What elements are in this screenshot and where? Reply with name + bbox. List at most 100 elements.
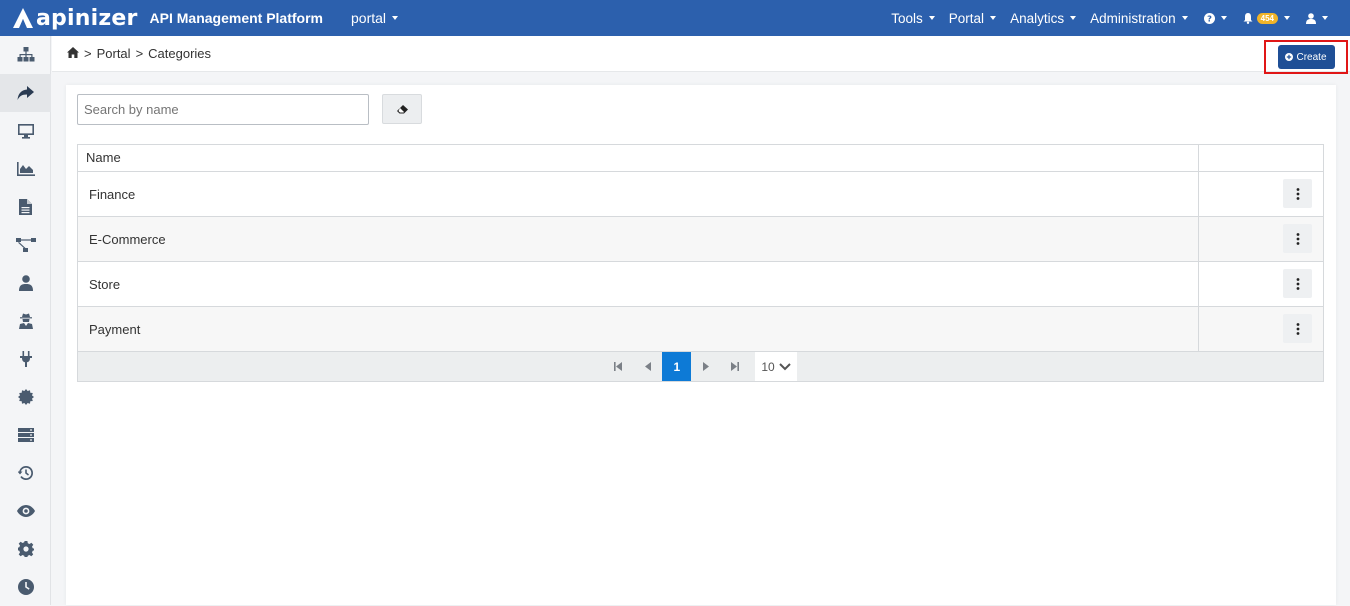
previous-page-icon <box>644 362 651 371</box>
row-menu-button[interactable] <box>1283 224 1312 253</box>
category-name: Store <box>78 262 1199 306</box>
sidebar-item-analytics[interactable] <box>0 150 51 188</box>
column-header-actions <box>1199 145 1323 171</box>
logo-text: apinizer <box>36 5 138 31</box>
table-row[interactable]: Finance <box>78 172 1323 217</box>
pagination: 1 10 <box>78 352 1323 381</box>
breadcrumb-separator: > <box>84 46 92 61</box>
project-diagram-icon <box>15 238 36 252</box>
category-name: E-Commerce <box>78 217 1199 261</box>
eraser-icon <box>396 104 408 113</box>
sidebar-item-servers[interactable] <box>0 416 51 454</box>
sidebar-item-topology[interactable] <box>0 36 51 74</box>
first-page-button[interactable] <box>604 352 633 381</box>
project-selector[interactable]: portal <box>351 10 399 26</box>
row-actions <box>1199 307 1323 351</box>
page-size-select[interactable]: 10 <box>755 352 797 381</box>
chevron-down-icon <box>1070 16 1077 20</box>
help-menu[interactable]: ? <box>1203 12 1227 24</box>
share-arrow-icon <box>17 86 34 100</box>
table-row[interactable]: Payment <box>78 307 1323 352</box>
sidebar-item-settings[interactable] <box>0 530 51 568</box>
sidebar-item-documents[interactable] <box>0 188 51 226</box>
help-icon: ? <box>1203 12 1215 24</box>
sidebar-item-monitor[interactable] <box>0 112 51 150</box>
ellipsis-vertical-icon <box>1296 277 1299 290</box>
chevron-down-icon <box>1322 16 1328 20</box>
chevron-down-icon <box>990 16 997 20</box>
plus-circle-icon <box>1285 53 1294 61</box>
clear-filter-button[interactable] <box>382 94 422 124</box>
chevron-down-icon <box>1220 16 1227 20</box>
table-row[interactable]: Store <box>78 262 1323 307</box>
top-navbar: apinizer API Management Platform portal … <box>0 0 1350 36</box>
area-chart-icon <box>16 162 35 176</box>
last-page-icon <box>731 362 740 371</box>
user-icon <box>1306 12 1316 24</box>
chevron-down-icon <box>392 16 399 20</box>
row-menu-button[interactable] <box>1283 314 1312 343</box>
breadcrumb-portal[interactable]: Portal <box>97 46 131 61</box>
next-page-icon <box>702 362 709 371</box>
sidebar-item-security[interactable] <box>0 302 51 340</box>
create-button[interactable]: Create <box>1277 45 1335 69</box>
home-link[interactable] <box>67 46 79 61</box>
row-actions <box>1199 262 1323 306</box>
row-menu-button[interactable] <box>1283 269 1312 298</box>
history-icon <box>17 466 33 480</box>
next-page-button[interactable] <box>691 352 720 381</box>
create-label: Create <box>1296 51 1327 63</box>
breadcrumb-separator: > <box>135 46 144 61</box>
chevron-down-icon <box>1284 16 1290 20</box>
sidebar-item-observability[interactable] <box>0 492 51 530</box>
sidebar-item-history[interactable] <box>0 454 51 492</box>
breadcrumb-categories: Categories <box>148 46 212 61</box>
menu-analytics[interactable]: Analytics <box>1010 11 1077 26</box>
menu-portal[interactable]: Portal <box>948 10 997 26</box>
plug-icon <box>19 351 32 367</box>
chevron-down-icon <box>778 362 791 370</box>
table-row[interactable]: E-Commerce <box>78 217 1323 262</box>
sidebar-item-connectors[interactable] <box>0 340 51 378</box>
previous-page-button[interactable] <box>633 352 662 381</box>
menu-administration[interactable]: Administration <box>1090 11 1188 26</box>
sidebar-item-scheduler[interactable] <box>0 568 51 606</box>
user-icon <box>18 275 33 291</box>
user-secret-icon <box>18 313 33 329</box>
eye-icon <box>16 505 35 517</box>
logo-mark-icon <box>13 8 33 28</box>
page-number-current[interactable]: 1 <box>662 352 692 381</box>
file-icon <box>19 199 32 215</box>
row-actions <box>1199 172 1323 216</box>
menu-tools[interactable]: Tools <box>891 11 935 26</box>
create-highlight-box: Create <box>1264 40 1348 74</box>
server-icon <box>17 428 34 442</box>
notifications-menu[interactable]: 454 <box>1243 12 1290 24</box>
last-page-button[interactable] <box>720 352 749 381</box>
bell-icon <box>1243 12 1253 24</box>
row-actions <box>1199 217 1323 261</box>
ellipsis-vertical-icon <box>1296 232 1299 245</box>
row-menu-button[interactable] <box>1283 179 1312 208</box>
breadcrumb-bar: > Portal > Categories Create <box>52 36 1350 74</box>
sidebar-item-users[interactable] <box>0 264 51 302</box>
certificate-icon <box>17 389 34 405</box>
sidebar-item-portal[interactable] <box>0 74 51 112</box>
sidebar-item-certificates[interactable] <box>0 378 51 416</box>
brand[interactable]: apinizer API Management Platform <box>12 6 323 31</box>
sidebar-item-integration[interactable] <box>0 226 51 264</box>
table-header: Name <box>78 145 1323 172</box>
menu-tools-label: Tools <box>891 10 923 26</box>
chevron-down-icon <box>1181 16 1188 20</box>
column-header-name[interactable]: Name <box>78 145 1199 171</box>
home-icon <box>67 47 79 58</box>
category-name: Finance <box>78 172 1199 216</box>
ellipsis-vertical-icon <box>1296 322 1299 335</box>
menu-portal-label: Portal <box>948 10 985 26</box>
search-input[interactable] <box>77 94 369 125</box>
category-name: Payment <box>78 307 1199 351</box>
apinizer-logo: apinizer <box>12 6 138 31</box>
ellipsis-vertical-icon <box>1296 187 1299 200</box>
project-name: portal <box>351 10 387 26</box>
user-menu[interactable] <box>1306 12 1328 24</box>
